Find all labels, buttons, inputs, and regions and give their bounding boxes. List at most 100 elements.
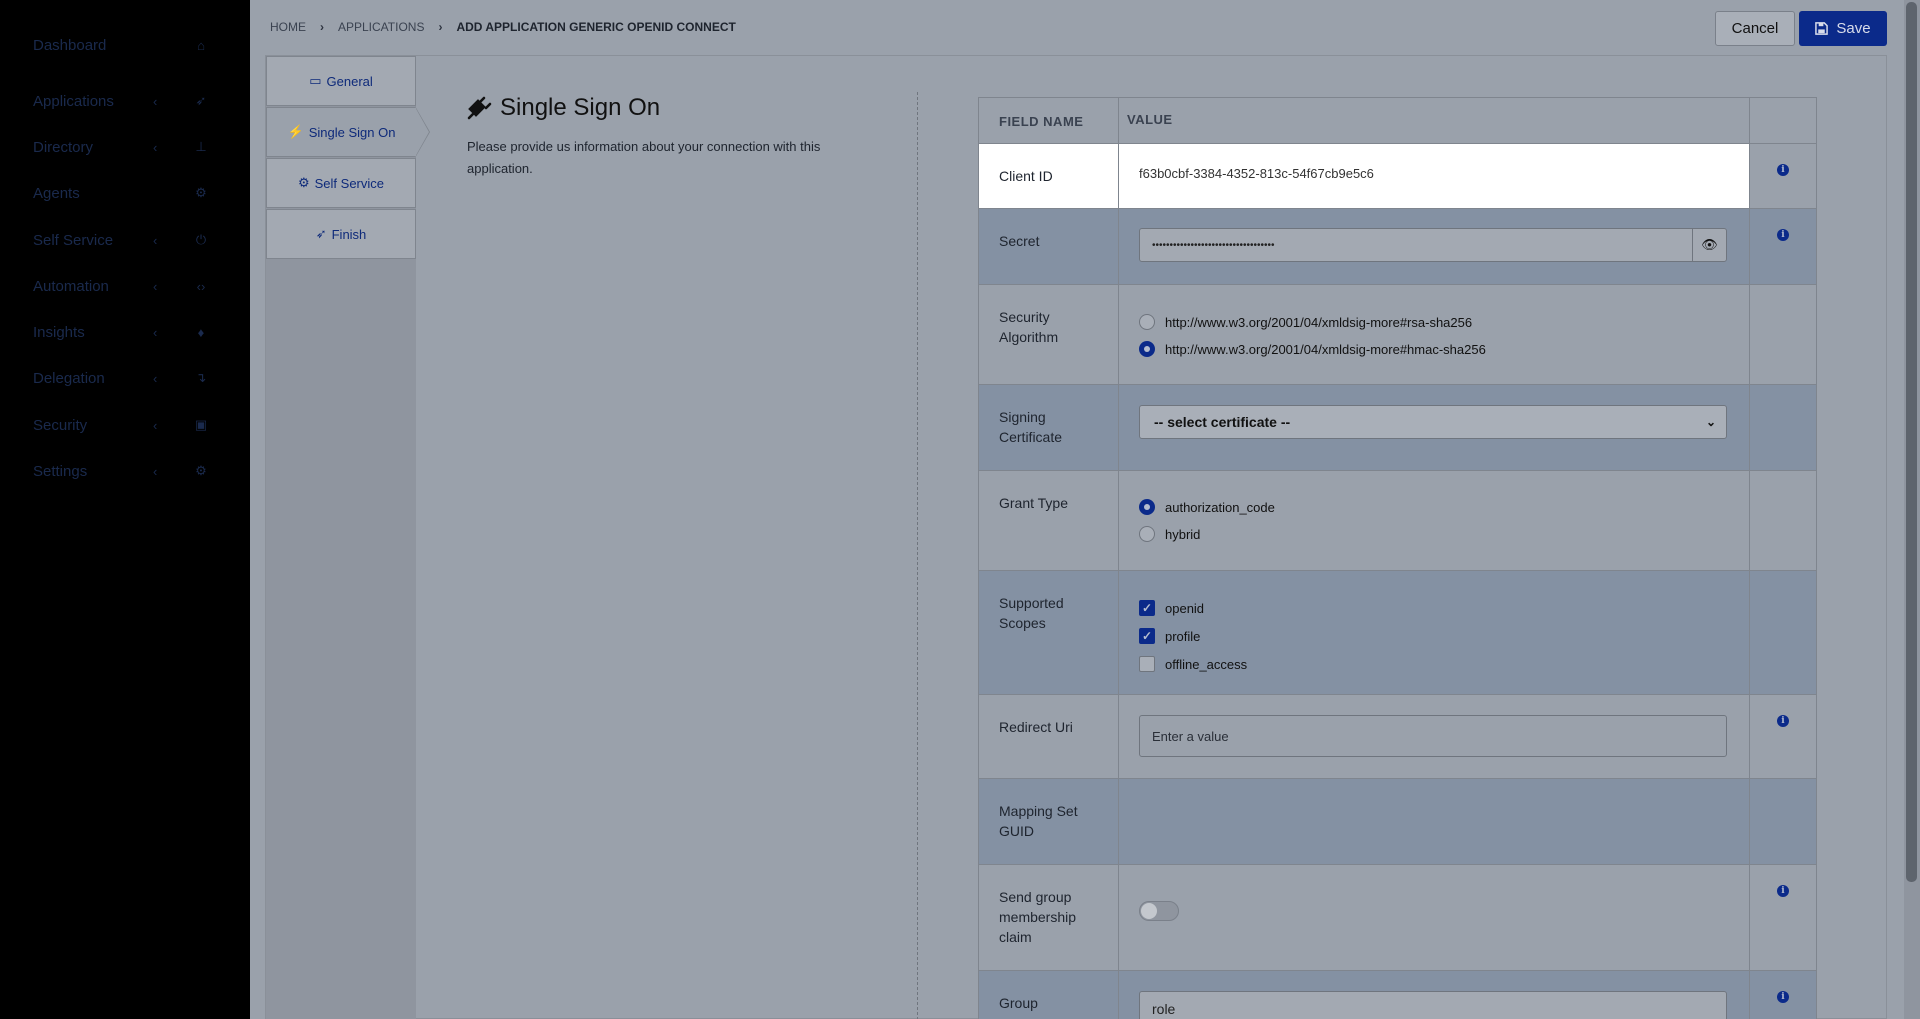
radio-hmac-sha256[interactable]: http://www.w3.org/2001/04/xmldsig-more#h…: [1139, 341, 1486, 357]
field-label: Signing Certificate: [979, 385, 1119, 470]
sidebar-item-label: Settings: [33, 462, 88, 480]
grant-type-info-cell: [1750, 471, 1818, 570]
sidebar-item-security[interactable]: Security ‹ ▣: [33, 410, 218, 440]
sidebar-item-applications[interactable]: Applications ‹ ➶: [33, 86, 218, 116]
radio-button[interactable]: [1139, 314, 1155, 330]
divider: [917, 92, 918, 1019]
plug-icon: ⚡: [287, 124, 304, 139]
field-label: Grant Type: [979, 471, 1119, 570]
floppy-disk-icon: [1815, 22, 1829, 35]
radio-button[interactable]: [1139, 499, 1155, 515]
step-self-service[interactable]: ⚙ Self Service: [266, 158, 416, 208]
table-row-signing-certificate: Signing Certificate -- select certificat…: [978, 385, 1817, 471]
chevron-left-icon: ‹: [153, 324, 158, 340]
checkbox-label: openid: [1165, 600, 1205, 616]
client-id-value-cell: f63b0cbf-3384-4352-813c-54f67cb9e5c6: [1119, 144, 1750, 208]
sidebar-item-label: Self Service: [33, 231, 114, 249]
toggle-knob: [1141, 903, 1157, 919]
info-icon[interactable]: i: [1777, 715, 1789, 727]
code-icon: ‹›: [196, 278, 206, 294]
save-button[interactable]: Save: [1799, 11, 1887, 46]
table-row-client-id: Client ID f63b0cbf-3384-4352-813c-54f67c…: [978, 144, 1817, 209]
redirect-uri-input[interactable]: Enter a value: [1139, 715, 1727, 757]
info-icon[interactable]: i: [1777, 885, 1789, 897]
table-row-mapping-set-guid: Mapping Set GUID: [978, 779, 1817, 865]
cogs-icon: ⚙: [297, 175, 310, 190]
column-header-info: [1750, 98, 1818, 143]
mapping-set-guid-info-cell: [1750, 779, 1818, 864]
sidebar-item-agents[interactable]: Agents ⚙: [33, 178, 218, 208]
secret-info-cell: i: [1750, 209, 1818, 284]
info-icon[interactable]: i: [1777, 229, 1789, 241]
checkbox-openid[interactable]: ✓ openid: [1139, 600, 1204, 616]
field-label: Redirect Uri: [979, 695, 1119, 778]
send-group-membership-toggle[interactable]: [1139, 901, 1179, 921]
info-icon[interactable]: i: [1777, 991, 1789, 1003]
topbar: HOME › APPLICATIONS › ADD APPLICATION GE…: [250, 0, 1920, 56]
breadcrumb-applications[interactable]: APPLICATIONS: [338, 20, 424, 34]
radio-rsa-sha256[interactable]: http://www.w3.org/2001/04/xmldsig-more#r…: [1139, 314, 1472, 330]
level-down-icon: ↴: [195, 370, 207, 385]
radio-button[interactable]: [1139, 341, 1155, 357]
secret-input[interactable]: ••••••••••••••••••••••••••••••••••• 👁: [1139, 228, 1727, 262]
signing-certificate-select[interactable]: -- select certificate -- ⌄: [1139, 405, 1727, 439]
radio-button[interactable]: [1139, 526, 1155, 542]
plug-icon: [467, 96, 492, 120]
cancel-button[interactable]: Cancel: [1715, 11, 1795, 46]
field-label: Group: [979, 971, 1119, 1019]
info-icon[interactable]: i: [1777, 164, 1789, 176]
sidebar-item-directory[interactable]: Directory ‹ ⊥: [33, 132, 218, 162]
redirect-uri-info-cell: i: [1750, 695, 1818, 778]
breadcrumb-current: ADD APPLICATION GENERIC OPENID CONNECT: [456, 20, 736, 34]
group-value: role: [1152, 1001, 1176, 1017]
sidebar-item-label: Security: [33, 416, 88, 434]
supported-scopes-info-cell: [1750, 571, 1818, 694]
checkbox-offline-access[interactable]: offline_access: [1139, 656, 1247, 672]
table-row-group: Group role i: [978, 971, 1817, 1019]
content-panel: ▭ General ⚡ Single Sign On ⚙ Self Servic…: [265, 55, 1887, 1019]
chevron-left-icon: ‹: [153, 370, 158, 386]
show-secret-button[interactable]: 👁: [1692, 229, 1726, 261]
checkbox-profile[interactable]: ✓ profile: [1139, 628, 1200, 644]
scrollbar-thumb[interactable]: [1906, 2, 1917, 882]
step-general[interactable]: ▭ General: [266, 56, 416, 106]
sidebar-item-self-service[interactable]: Self Service ‹ ⏻: [33, 225, 218, 255]
monitor-icon: ▭: [309, 73, 322, 88]
checkbox[interactable]: ✓: [1139, 628, 1155, 644]
sidebar-item-label: Directory: [33, 138, 94, 156]
sidebar-item-settings[interactable]: Settings ‹ ⚙: [33, 456, 218, 486]
chevron-right-icon: ›: [438, 20, 443, 34]
checkbox[interactable]: ✓: [1139, 600, 1155, 616]
cogs-icon: ⚙: [195, 185, 207, 200]
lightbulb-icon: ♦: [197, 324, 205, 340]
client-id-info-cell: i: [1750, 144, 1818, 208]
step-label: Single Sign On: [308, 124, 396, 140]
step-finish[interactable]: ➶ Finish: [266, 209, 416, 259]
radio-authorization-code[interactable]: authorization_code: [1139, 499, 1275, 515]
breadcrumb-home[interactable]: HOME: [270, 20, 306, 34]
column-header-field-name: FIELD NAME: [979, 98, 1119, 143]
checkbox[interactable]: [1139, 656, 1155, 672]
scrollbar[interactable]: [1904, 0, 1920, 1019]
sidebar-item-insights[interactable]: Insights ‹ ♦: [33, 317, 218, 347]
field-label: Security Algorithm: [979, 285, 1119, 384]
sidebar-item-dashboard[interactable]: Dashboard ⌂: [33, 30, 218, 60]
redirect-uri-value-cell: Enter a value: [1119, 695, 1750, 778]
sidebar-item-automation[interactable]: Automation ‹ ‹›: [33, 271, 218, 301]
group-input[interactable]: role: [1139, 991, 1727, 1019]
field-label: Send group membership claim: [979, 865, 1119, 970]
radio-hybrid[interactable]: hybrid: [1139, 526, 1200, 542]
rocket-icon: ➶: [195, 93, 207, 108]
group-value-cell: role: [1119, 971, 1750, 1019]
sitemap-icon: ⊥: [195, 139, 207, 154]
step-single-sign-on[interactable]: ⚡ Single Sign On: [266, 107, 416, 157]
table-row-redirect-uri: Redirect Uri Enter a value i: [978, 695, 1817, 779]
sidebar-item-delegation[interactable]: Delegation ‹ ↴: [33, 363, 218, 393]
checkbox-label: offline_access: [1165, 656, 1248, 672]
sidebar: Dashboard ⌂ Applications ‹ ➶ Directory ‹…: [0, 0, 250, 1019]
field-label: Secret: [979, 209, 1119, 284]
send-group-membership-value-cell: [1119, 865, 1750, 970]
chevron-left-icon: ‹: [153, 93, 158, 109]
wizard-steps: ▭ General ⚡ Single Sign On ⚙ Self Servic…: [266, 56, 430, 1019]
radio-label: http://www.w3.org/2001/04/xmldsig-more#r…: [1165, 314, 1473, 330]
